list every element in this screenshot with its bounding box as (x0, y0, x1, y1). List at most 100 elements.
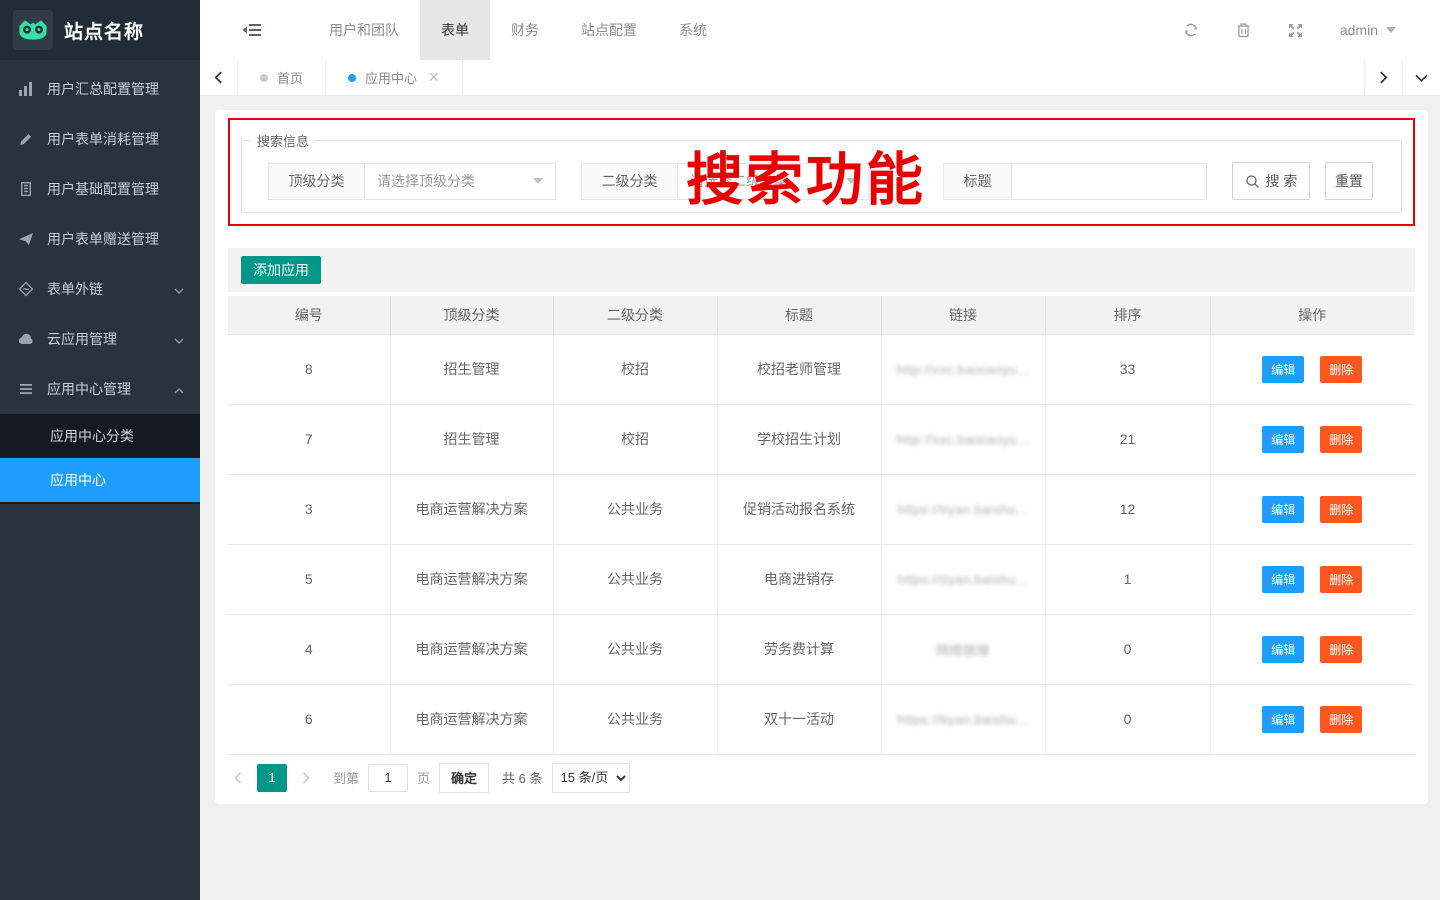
tab-dot (260, 74, 268, 82)
building-icon (18, 181, 34, 197)
tab-app-center[interactable]: 应用中心 ✕ (326, 60, 463, 95)
delete-button[interactable]: 删除 (1320, 566, 1362, 593)
col-actions: 操作 (1210, 296, 1414, 334)
sidebar-item-user-summary[interactable]: 用户汇总配置管理 (0, 64, 200, 114)
tabs-menu-icon[interactable] (1402, 60, 1440, 95)
pen-icon (18, 131, 34, 147)
top-category-label: 顶级分类 (269, 164, 365, 199)
col-sub-category: 二级分类 (553, 296, 717, 334)
sidebar-item-form-gift[interactable]: 用户表单赠送管理 (0, 214, 200, 264)
topnav-forms[interactable]: 表单 (420, 0, 490, 60)
fullscreen-icon[interactable] (1288, 23, 1303, 38)
edit-button[interactable]: 编辑 (1262, 426, 1304, 453)
content-card: 搜索信息 顶级分类 请选择顶级分类 二级分类 请选择二级分类 (215, 110, 1428, 804)
chevron-down-icon (174, 331, 184, 347)
sidebar-item-form-external-link[interactable]: 表单外链 (0, 264, 200, 314)
edit-button[interactable]: 编辑 (1262, 566, 1304, 593)
sub-category-group: 二级分类 请选择二级分类 (581, 163, 869, 200)
next-page-icon[interactable] (296, 764, 316, 792)
col-id: 编号 (228, 296, 390, 334)
sidebar-item-label: 云应用管理 (47, 329, 117, 349)
sidebar-menu: 用户汇总配置管理 用户表单消耗管理 用户基础配置管理 用户表单赠送管理 表单外链 (0, 60, 200, 504)
title-group: 标题 (943, 163, 1207, 200)
edit-button[interactable]: 编辑 (1262, 496, 1304, 523)
caret-down-icon (846, 178, 856, 184)
sidebar-item-app-center-mgmt[interactable]: 应用中心管理 (0, 364, 200, 414)
edit-button[interactable]: 编辑 (1262, 636, 1304, 663)
delete-button[interactable]: 删除 (1320, 706, 1362, 733)
sidebar-item-user-base-config[interactable]: 用户基础配置管理 (0, 164, 200, 214)
search-icon (1245, 174, 1260, 189)
user-menu[interactable]: admin (1340, 22, 1396, 38)
edit-button[interactable]: 编辑 (1262, 706, 1304, 733)
topnav-system[interactable]: 系统 (658, 0, 728, 60)
sidebar-item-label: 用户表单消耗管理 (47, 129, 159, 149)
page-unit-label: 页 (417, 768, 430, 787)
topnav-site-config[interactable]: 站点配置 (560, 0, 658, 60)
tab-label: 应用中心 (365, 68, 417, 87)
refresh-icon[interactable] (1183, 22, 1199, 38)
tabs-scroll-left-icon[interactable] (200, 60, 238, 95)
title-input[interactable] (1012, 164, 1206, 199)
chevron-up-icon (174, 381, 184, 397)
page-number-input[interactable] (368, 764, 408, 792)
sidebar-item-label: 应用中心管理 (47, 379, 131, 399)
confirm-page-button[interactable]: 确定 (439, 763, 489, 793)
topnav-users-teams[interactable]: 用户和团队 (308, 0, 420, 60)
tab-home[interactable]: 首页 (238, 60, 326, 95)
menu-lines-icon (18, 381, 34, 397)
search-fieldset: 搜索信息 顶级分类 请选择顶级分类 二级分类 请选择二级分类 (241, 131, 1402, 213)
owl-logo-icon (13, 10, 53, 50)
sidebar-item-cloud-app[interactable]: 云应用管理 (0, 314, 200, 364)
sidebar-item-app-center[interactable]: 应用中心 (0, 458, 200, 502)
link-text: 网络链接 (936, 643, 990, 658)
table-row: 3 电商运营解决方案 公共业务 促销活动报名系统 https://tiyan.b… (228, 474, 1414, 544)
close-icon[interactable]: ✕ (428, 69, 440, 86)
delete-button[interactable]: 删除 (1320, 636, 1362, 663)
sidebar-item-app-center-category[interactable]: 应用中心分类 (0, 414, 200, 458)
cloud-icon (18, 331, 34, 347)
current-page[interactable]: 1 (257, 764, 287, 792)
top-header: 用户和团队 表单 财务 站点配置 系统 (200, 0, 1440, 60)
table-header-row: 编号 顶级分类 二级分类 标题 链接 排序 操作 (228, 296, 1414, 334)
page-size-select[interactable]: 15 条/页 (552, 763, 630, 793)
table-row: 6 电商运营解决方案 公共业务 双十一活动 https://tiyan.bais… (228, 684, 1414, 754)
search-legend: 搜索信息 (251, 131, 315, 150)
search-area: 搜索信息 顶级分类 请选择顶级分类 二级分类 请选择二级分类 (228, 118, 1415, 226)
col-sort: 排序 (1045, 296, 1210, 334)
sidebar-submenu: 应用中心分类 应用中心 (0, 414, 200, 504)
send-icon (18, 231, 34, 247)
collapse-sidebar-icon[interactable] (242, 0, 262, 60)
tab-label: 首页 (277, 68, 303, 87)
top-navigation: 用户和团队 表单 财务 站点配置 系统 (308, 0, 728, 60)
diamond-link-icon (18, 281, 34, 297)
link-text: http://xxc.baixiaoyu... (897, 362, 1030, 377)
sub-category-select[interactable]: 请选择二级分类 (678, 164, 868, 199)
top-category-select[interactable]: 请选择顶级分类 (365, 164, 555, 199)
prev-page-icon[interactable] (228, 764, 248, 792)
delete-button[interactable]: 删除 (1320, 356, 1362, 383)
sidebar: 站点名称 用户汇总配置管理 用户表单消耗管理 用户基础配置管理 用户表单赠送管理 (0, 0, 200, 900)
sidebar-item-label: 用户汇总配置管理 (47, 79, 159, 99)
title-label: 标题 (944, 164, 1012, 199)
add-app-button[interactable]: 添加应用 (241, 256, 321, 284)
sidebar-item-form-consume[interactable]: 用户表单消耗管理 (0, 114, 200, 164)
caret-down-icon (533, 178, 543, 184)
sidebar-item-label: 用户表单赠送管理 (47, 229, 159, 249)
edit-button[interactable]: 编辑 (1262, 356, 1304, 383)
search-button[interactable]: 搜 索 (1232, 162, 1310, 200)
delete-button[interactable]: 删除 (1320, 426, 1362, 453)
link-text: http://xxc.baixiaoyu... (897, 432, 1030, 447)
tab-dot (348, 74, 356, 82)
table-row: 7 招生管理 校招 学校招生计划 http://xxc.baixiaoyu...… (228, 404, 1414, 474)
tabs-scroll-right-icon[interactable] (1364, 60, 1402, 95)
trash-icon[interactable] (1236, 22, 1251, 38)
table-row: 8 招生管理 校招 校招老师管理 http://xxc.baixiaoyu...… (228, 334, 1414, 404)
topnav-finance[interactable]: 财务 (490, 0, 560, 60)
reset-button[interactable]: 重置 (1325, 162, 1373, 200)
apps-table-wrap: 编号 顶级分类 二级分类 标题 链接 排序 操作 8 招生管理 校招 校招老师管… (228, 296, 1415, 755)
table-toolbar: 添加应用 (228, 248, 1415, 292)
col-top-category: 顶级分类 (390, 296, 553, 334)
col-title: 标题 (717, 296, 881, 334)
delete-button[interactable]: 删除 (1320, 496, 1362, 523)
